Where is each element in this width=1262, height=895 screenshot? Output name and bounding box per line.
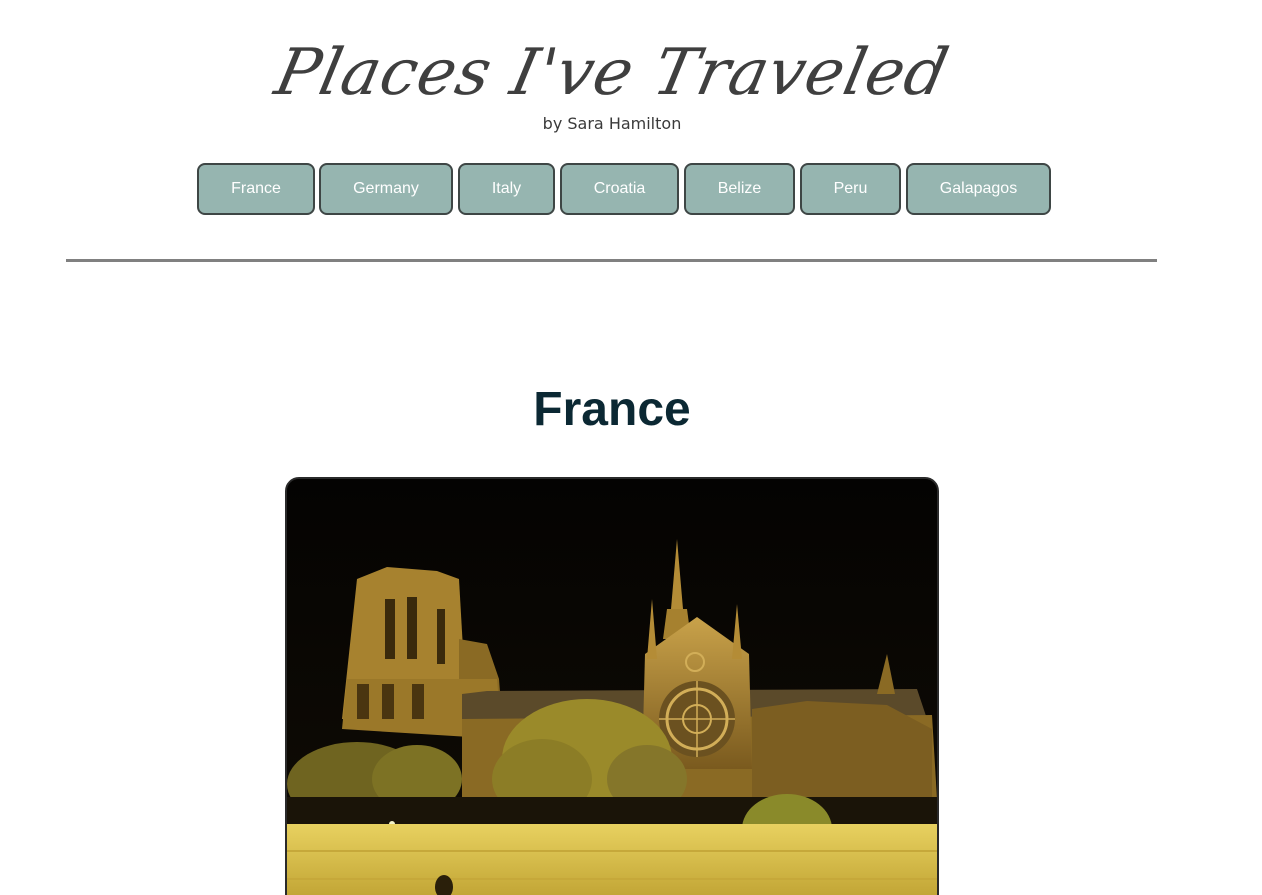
nav-button-germany[interactable]: Germany <box>319 163 453 215</box>
site-title: Places I've Traveled <box>268 36 956 110</box>
section-title: France <box>533 383 691 436</box>
nav-button-france[interactable]: France <box>197 163 315 215</box>
cathedral-night-image <box>287 479 937 895</box>
nav-button-italy[interactable]: Italy <box>458 163 555 215</box>
header-divider <box>66 259 1157 262</box>
nav-button-peru[interactable]: Peru <box>800 163 901 215</box>
nav-button-belize[interactable]: Belize <box>684 163 795 215</box>
nav-button-galapagos[interactable]: Galapagos <box>906 163 1051 215</box>
nav-button-croatia[interactable]: Croatia <box>560 163 679 215</box>
photo-notre-dame <box>285 477 939 895</box>
site-byline: by Sara Hamilton <box>542 114 682 133</box>
